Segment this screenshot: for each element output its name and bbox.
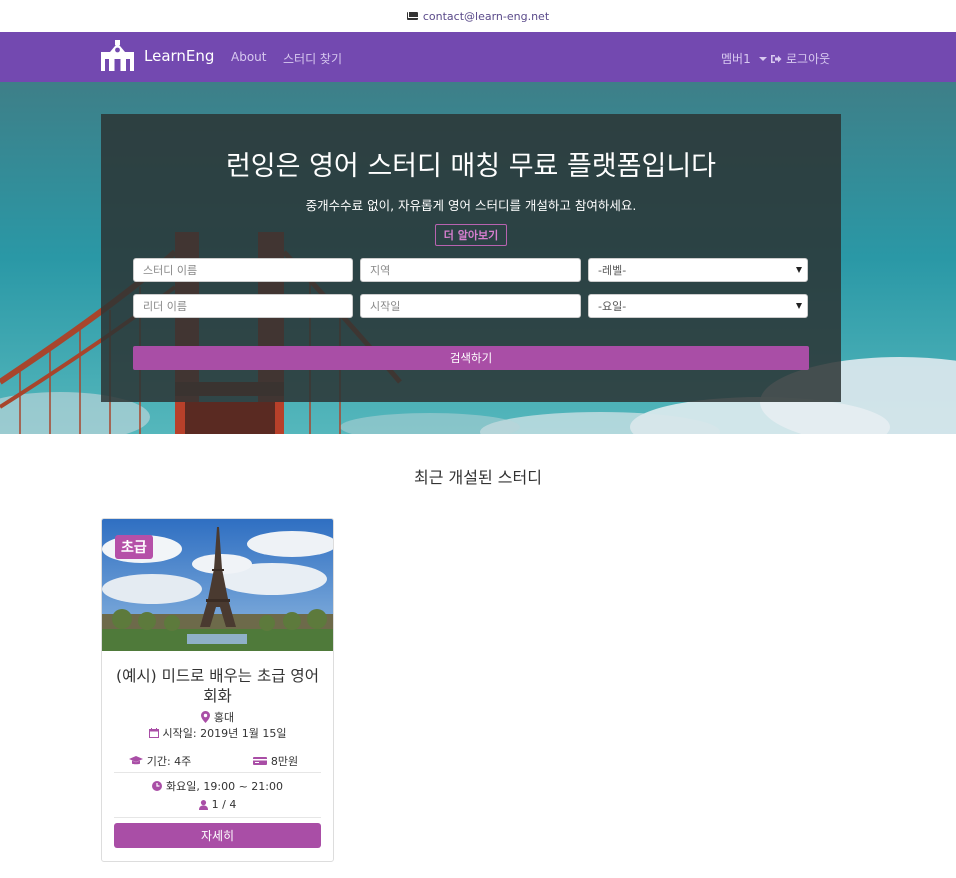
search-button[interactable]: 검색하기 bbox=[133, 346, 809, 370]
dropdown-arrow-icon bbox=[796, 267, 802, 273]
graduation-cap-icon bbox=[128, 756, 143, 765]
price-text: 8만원 bbox=[270, 755, 299, 768]
hero-title: 런잉은 영어 스터디 매칭 무료 플랫폼입니다 bbox=[225, 151, 717, 182]
member-name: 멤버1 bbox=[721, 52, 751, 66]
schedule-row: 화요일, 19:00 ~ 21:00 bbox=[102, 778, 333, 794]
day-select-value: -요일- bbox=[598, 300, 627, 313]
map-marker-icon bbox=[200, 711, 210, 723]
duration-text: 기간: 4주 bbox=[146, 755, 192, 768]
members-row: 1 / 4 bbox=[102, 798, 333, 811]
caret-down-icon bbox=[758, 56, 767, 61]
day-select[interactable]: -요일- bbox=[588, 294, 808, 318]
price-cell: 8만원 bbox=[218, 753, 333, 769]
start-date-text: 시작일: 2019년 1월 15일 bbox=[162, 727, 287, 740]
level-badge: 초급 bbox=[115, 535, 153, 559]
study-title[interactable]: (예시) 미드로 배우는 초급 영어회화 bbox=[110, 666, 325, 706]
members-text: 1 / 4 bbox=[211, 798, 237, 811]
user-icon bbox=[198, 799, 208, 810]
level-select-value: -레벨- bbox=[598, 264, 627, 277]
member-dropdown[interactable]: 멤버1 bbox=[721, 50, 767, 67]
contact-bar: contact@learn-eng.net bbox=[0, 0, 956, 32]
study-card-image[interactable]: 초급 bbox=[102, 519, 333, 651]
money-card-icon bbox=[252, 757, 267, 765]
level-select[interactable]: -레벨- bbox=[588, 258, 808, 282]
divider bbox=[114, 772, 321, 773]
navbar: LearnEng About 스터디 찾기 멤버1 로그아웃 bbox=[0, 32, 956, 82]
logo-icon bbox=[101, 40, 134, 71]
learn-more-button[interactable]: 더 알아보기 bbox=[435, 224, 507, 246]
leader-name-input[interactable]: 리더 이름 bbox=[133, 294, 353, 318]
schedule-text: 화요일, 19:00 ~ 21:00 bbox=[166, 780, 283, 793]
nav-about[interactable]: About bbox=[231, 50, 266, 64]
sign-out-icon bbox=[771, 54, 782, 63]
logout-link[interactable]: 로그아웃 bbox=[770, 50, 830, 67]
hero-subtitle: 중개수수료 없이, 자유롭게 영어 스터디를 개설하고 참여하세요. bbox=[305, 198, 637, 213]
study-card[interactable]: 초급 (예시) 미드로 배우는 초급 영어회화 홍대 시작일: 2019년 1월… bbox=[101, 518, 334, 862]
duration-cell: 기간: 4주 bbox=[102, 753, 218, 769]
calendar-icon bbox=[148, 728, 159, 738]
logout-label: 로그아웃 bbox=[786, 52, 831, 66]
dropdown-arrow-icon bbox=[796, 303, 802, 309]
brand-link[interactable]: LearnEng bbox=[100, 40, 214, 72]
clock-icon bbox=[152, 781, 163, 791]
detail-button[interactable]: 자세히 bbox=[114, 823, 321, 848]
region-input[interactable]: 지역 bbox=[360, 258, 581, 282]
brand-name: LearnEng bbox=[144, 47, 215, 65]
hero-section: 런잉은 영어 스터디 매칭 무료 플랫폼입니다 중개수수료 없이, 자유롭게 영… bbox=[0, 82, 956, 434]
location-text: 홍대 bbox=[213, 711, 235, 724]
search-panel: 런잉은 영어 스터디 매칭 무료 플랫폼입니다 중개수수료 없이, 자유롭게 영… bbox=[101, 114, 841, 402]
start-date-input[interactable]: 시작일 bbox=[360, 294, 581, 318]
location-row: 홍대 bbox=[102, 709, 333, 725]
contact-email[interactable]: contact@learn-eng.net bbox=[423, 10, 549, 23]
divider bbox=[114, 817, 321, 818]
study-name-input[interactable]: 스터디 이름 bbox=[133, 258, 353, 282]
nav-find-study[interactable]: 스터디 찾기 bbox=[283, 50, 342, 67]
start-date-row: 시작일: 2019년 1월 15일 bbox=[102, 725, 333, 741]
recent-studies-heading: 최근 개설된 스터디 bbox=[414, 468, 542, 487]
envelope-icon bbox=[406, 12, 418, 20]
